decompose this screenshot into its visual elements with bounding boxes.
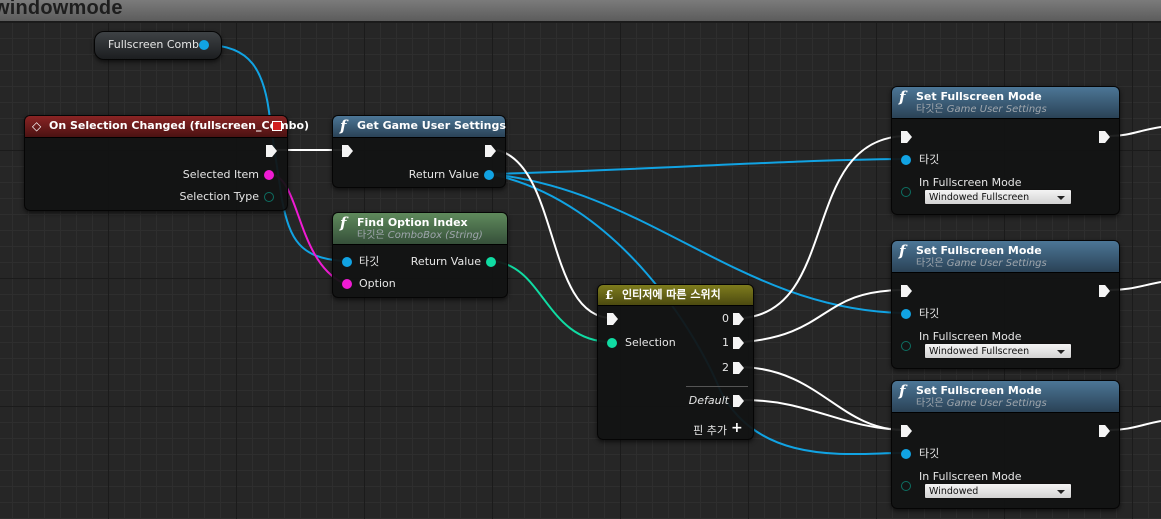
get-settings-return-label: Return Value bbox=[408, 168, 479, 181]
switch-on-int-node[interactable]: £ 인티저에 따른 스위치 Selection 0 1 2 Default 핀 … bbox=[597, 284, 754, 440]
set-fullscreen-mode-node-2[interactable]: f Set Fullscreen Mode 타깃은 Game User Sett… bbox=[891, 240, 1120, 369]
switch-add-pin-label[interactable]: 핀 추가 bbox=[693, 424, 727, 438]
switch-default-label: Default bbox=[688, 394, 729, 407]
set-node-1-mode-dropdown[interactable]: Windowed Fullscreen bbox=[924, 189, 1072, 205]
variable-label: Fullscreen Combo bbox=[108, 38, 206, 51]
set-node-2-mode-pin[interactable] bbox=[901, 341, 911, 351]
set-node-2-header: f Set Fullscreen Mode 타깃은 Game User Sett… bbox=[892, 241, 1119, 273]
set-node-2-title: Set Fullscreen Mode bbox=[916, 244, 1042, 257]
dropdown-arrow-icon bbox=[1057, 196, 1065, 200]
set-fullscreen-mode-node-1[interactable]: f Set Fullscreen Mode 타깃은 Game User Sett… bbox=[891, 86, 1120, 215]
event-node-title: On Selection Changed (fullscreen_Combo) bbox=[49, 119, 310, 132]
function-icon: f bbox=[899, 88, 906, 106]
switch-exec-in-pin[interactable] bbox=[607, 313, 618, 325]
switch-header: £ 인티저에 따른 스위치 bbox=[598, 285, 753, 306]
switch-output-1-pin[interactable] bbox=[733, 337, 744, 349]
set-node-1-exec-in-pin[interactable] bbox=[901, 131, 912, 143]
set-node-3-exec-out-pin[interactable] bbox=[1099, 425, 1110, 437]
set-node-3-target-pin[interactable] bbox=[901, 449, 911, 459]
find-option-title: Find Option Index bbox=[357, 216, 468, 229]
selection-type-pin[interactable] bbox=[264, 192, 274, 202]
add-pin-plus-icon[interactable]: + bbox=[731, 420, 743, 436]
event-diamond-icon: ◇ bbox=[32, 119, 42, 133]
get-settings-exec-in-pin[interactable] bbox=[342, 145, 353, 157]
switch-output-1-label: 1 bbox=[722, 336, 729, 349]
function-icon: f bbox=[899, 242, 906, 260]
wire-get-to-switch bbox=[496, 149, 613, 319]
on-selection-changed-event-node[interactable]: ◇ On Selection Changed (fullscreen_Combo… bbox=[24, 115, 310, 211]
dropdown-arrow-icon bbox=[1057, 350, 1065, 354]
event-exec-out-pin[interactable] bbox=[266, 145, 277, 157]
set-node-2-mode-label: In Fullscreen Mode bbox=[919, 330, 1022, 343]
set-fullscreen-mode-node-3[interactable]: f Set Fullscreen Mode 타깃은 Game User Sett… bbox=[891, 380, 1120, 509]
set-node-3-mode-label: In Fullscreen Mode bbox=[919, 470, 1022, 483]
set-node-3-mode-dropdown[interactable]: Windowed bbox=[924, 483, 1072, 499]
fullscreen-combo-variable-node[interactable]: Fullscreen Combo bbox=[94, 31, 222, 60]
function-icon: f bbox=[899, 382, 906, 400]
switch-output-0-label: 0 bbox=[722, 312, 729, 325]
selection-type-label: Selection Type bbox=[179, 190, 259, 203]
find-option-option-pin[interactable] bbox=[342, 279, 352, 289]
find-option-subtitle: 타깃은 ComboBox (String) bbox=[357, 230, 483, 241]
find-option-return-pin[interactable] bbox=[486, 257, 496, 267]
selected-item-label: Selected Item bbox=[182, 168, 259, 181]
get-settings-return-pin[interactable] bbox=[484, 170, 494, 180]
switch-icon: £ bbox=[605, 288, 614, 302]
find-option-target-label: 타깃 bbox=[359, 255, 380, 268]
set-node-2-target-pin[interactable] bbox=[901, 309, 911, 319]
switch-default-pin[interactable] bbox=[733, 395, 744, 407]
set-node-3-exec-in-pin[interactable] bbox=[901, 425, 912, 437]
switch-output-2-label: 2 bbox=[722, 361, 729, 374]
selected-item-pin[interactable] bbox=[264, 170, 274, 180]
set-node-3-target-label: 타깃 bbox=[919, 447, 940, 460]
switch-selection-label: Selection bbox=[625, 336, 676, 349]
switch-selection-pin[interactable] bbox=[607, 338, 617, 348]
get-settings-exec-out-pin[interactable] bbox=[485, 145, 496, 157]
find-option-target-pin[interactable] bbox=[342, 257, 352, 267]
set-node-3-mode-pin[interactable] bbox=[901, 481, 911, 491]
set-node-1-mode-pin[interactable] bbox=[901, 187, 911, 197]
find-option-header: f Find Option Index 타깃은 ComboBox (String… bbox=[333, 213, 507, 245]
blueprint-graph-canvas[interactable]: windowmode Fullscreen Combo ◇ On Selecti… bbox=[0, 0, 1161, 519]
delegate-square-icon[interactable] bbox=[272, 121, 282, 131]
set-node-1-exec-out-pin[interactable] bbox=[1099, 131, 1110, 143]
wire-settings-to-target-1 bbox=[489, 158, 905, 175]
set-node-2-target-label: 타깃 bbox=[919, 307, 940, 320]
function-icon: f bbox=[340, 117, 347, 135]
set-node-3-mode-value: Windowed bbox=[929, 486, 979, 497]
wire-switch2-to-set3 bbox=[742, 366, 905, 431]
function-icon: f bbox=[340, 214, 347, 232]
switch-output-2-pin[interactable] bbox=[733, 362, 744, 374]
set-node-3-title: Set Fullscreen Mode bbox=[916, 384, 1042, 397]
set-node-1-header: f Set Fullscreen Mode 타깃은 Game User Sett… bbox=[892, 87, 1119, 119]
switch-title: 인티저에 따른 스위치 bbox=[622, 288, 721, 301]
wire-switch1-to-set2 bbox=[742, 289, 905, 343]
switch-divider bbox=[686, 386, 748, 387]
set-node-1-title: Set Fullscreen Mode bbox=[916, 90, 1042, 103]
set-node-1-subtitle: 타깃은 Game User Settings bbox=[916, 104, 1047, 115]
wire-index-to-selection bbox=[491, 260, 613, 343]
set-node-2-exec-out-pin[interactable] bbox=[1099, 285, 1110, 297]
variable-output-pin[interactable] bbox=[199, 40, 209, 50]
set-node-2-exec-in-pin[interactable] bbox=[901, 285, 912, 297]
set-node-1-mode-value: Windowed Fullscreen bbox=[929, 192, 1030, 203]
find-option-index-node[interactable]: f Find Option Index 타깃은 ComboBox (String… bbox=[332, 212, 508, 298]
set-node-3-header: f Set Fullscreen Mode 타깃은 Game User Sett… bbox=[892, 381, 1119, 413]
set-node-3-subtitle: 타깃은 Game User Settings bbox=[916, 398, 1047, 409]
set-node-1-mode-label: In Fullscreen Mode bbox=[919, 176, 1022, 189]
event-node-header: ◇ On Selection Changed (fullscreen_Combo… bbox=[25, 116, 310, 138]
get-settings-title: Get Game User Settings bbox=[357, 119, 506, 132]
get-settings-header: f Get Game User Settings bbox=[333, 116, 506, 138]
find-option-return-label: Return Value bbox=[410, 255, 481, 268]
set-node-2-mode-value: Windowed Fullscreen bbox=[929, 346, 1030, 357]
wire-default-to-set3 bbox=[742, 399, 905, 431]
get-game-user-settings-node[interactable]: f Get Game User Settings Return Value bbox=[332, 115, 506, 188]
set-node-2-mode-dropdown[interactable]: Windowed Fullscreen bbox=[924, 343, 1072, 359]
set-node-1-target-pin[interactable] bbox=[901, 155, 911, 165]
set-node-1-target-label: 타깃 bbox=[919, 153, 940, 166]
find-option-option-label: Option bbox=[359, 277, 396, 290]
dropdown-arrow-icon bbox=[1057, 490, 1065, 494]
set-node-2-subtitle: 타깃은 Game User Settings bbox=[916, 258, 1047, 269]
switch-output-0-pin[interactable] bbox=[733, 313, 744, 325]
